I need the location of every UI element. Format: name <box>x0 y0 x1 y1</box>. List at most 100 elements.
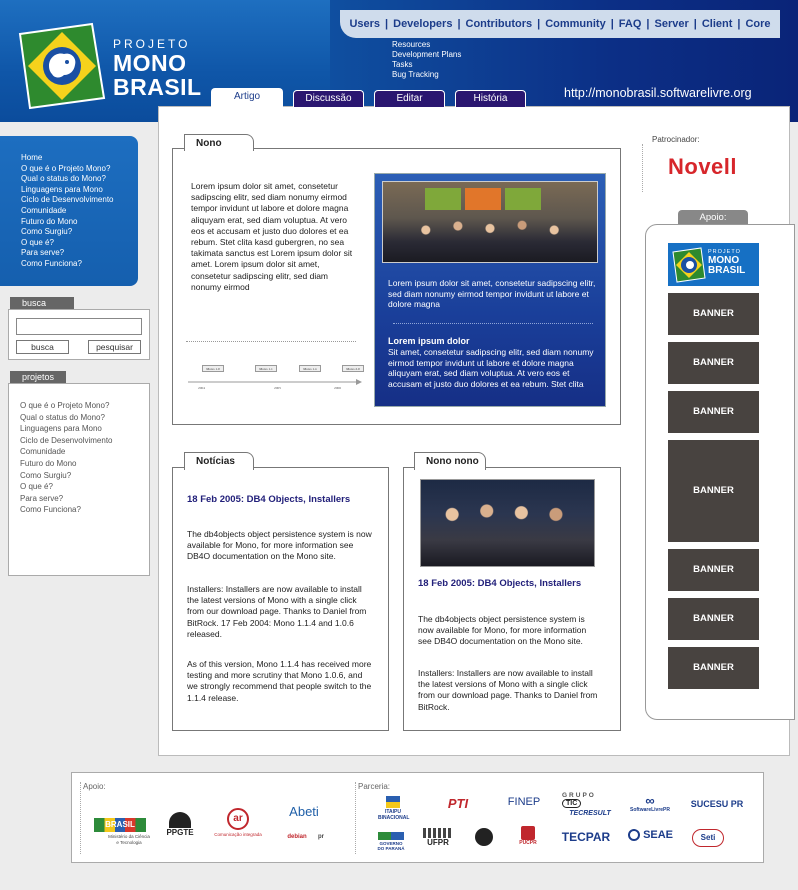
ar-logo-caption: Comunicação integrada <box>214 832 262 837</box>
debian-logo[interactable]: debian <box>284 834 310 840</box>
brasil-gov-logo[interactable]: BRASIL <box>94 818 146 832</box>
submenu-bug-tracking[interactable]: Bug Tracking <box>392 70 461 80</box>
debian-pr-logo[interactable]: pr <box>312 834 330 840</box>
top-navigation: Users | Developers | Contributors | Communi… <box>340 10 780 38</box>
nav-separator: | <box>385 18 389 30</box>
governo-parana-logo[interactable]: GOVERNO DO PARANÁ <box>376 832 406 851</box>
featured-article-panel: Lorem ipsum dolor sit amet, consetetur s… <box>374 173 606 407</box>
software-livre-pr-logo[interactable]: ∞ SoftwareLivrePR <box>627 794 673 818</box>
nav-users[interactable]: Users <box>349 18 380 30</box>
ufpr-logo-text: UFPR <box>427 838 449 847</box>
submenu-resources[interactable]: Resources <box>392 40 461 50</box>
feature-caption: Lorem ipsum dolor sit amet, consetetur s… <box>388 278 596 310</box>
left-menu-item[interactable]: O que é o Projeto Mono? <box>21 164 114 175</box>
nav-developers[interactable]: Developers <box>393 18 452 30</box>
itaipu-emblem <box>386 796 400 808</box>
projetos-item[interactable]: O que é o Projeto Mono? <box>20 400 113 412</box>
itaipu-logo[interactable]: ITAIPU BINACIONAL <box>378 796 409 821</box>
nav-faq[interactable]: FAQ <box>619 18 642 30</box>
parana-flag-icon <box>378 832 404 840</box>
parana-institution-seal-icon[interactable] <box>475 828 493 846</box>
pesquisar-button[interactable]: pesquisar <box>88 340 141 354</box>
apoio-mono-brasil-logo[interactable]: PROJETO MONO BRASIL <box>668 243 759 286</box>
left-menu-item[interactable]: Para serve? <box>21 248 114 259</box>
left-menu-item[interactable]: Futuro do Mono <box>21 217 114 228</box>
projetos-item[interactable]: Linguagens para Mono <box>20 423 113 435</box>
tab-historia[interactable]: História <box>455 90 526 107</box>
nav-separator: | <box>737 18 741 30</box>
tab-discussao[interactable]: Discussão <box>293 90 364 107</box>
nav-client[interactable]: Client <box>702 18 733 30</box>
nono-nono-title: Nono nono <box>414 452 486 470</box>
seti-logo[interactable]: Seti <box>692 829 724 847</box>
left-menu-item[interactable]: Qual o status do Mono? <box>21 174 114 185</box>
left-menu-item[interactable]: Linguagens para Mono <box>21 185 114 196</box>
abeti-logo[interactable]: Abeti <box>282 804 326 819</box>
noticias-headline[interactable]: 18 Feb 2005: DB4 Objects, Installers <box>187 494 367 506</box>
banner-ad-tall[interactable]: BANNER <box>668 440 759 542</box>
ufpr-logo[interactable]: UFPR <box>420 828 456 850</box>
pti-logo[interactable]: PTI <box>432 796 484 811</box>
nono-nono-paragraph-1: The db4objects object persistence system… <box>418 614 587 647</box>
tecpar-logo[interactable]: TECPAR <box>560 830 612 844</box>
team-photo <box>420 479 595 567</box>
banner-ad[interactable]: BANNER <box>668 647 759 689</box>
timeline-mark: Mono 1.1 <box>255 365 277 372</box>
projetos-item[interactable]: Qual o status do Mono? <box>20 412 113 424</box>
banner-ad[interactable]: BANNER <box>668 293 759 335</box>
photo-banner-left <box>425 188 461 210</box>
tab-editar[interactable]: Editar <box>374 90 445 107</box>
mono-brasil-logo[interactable] <box>16 20 106 112</box>
left-menu-item[interactable]: Ciclo de Desenvolvimento <box>21 195 114 206</box>
search-button[interactable]: busca <box>16 340 69 354</box>
apoio-logo-line3: BRASIL <box>708 265 746 276</box>
finep-logo[interactable]: FINEP <box>500 796 548 808</box>
footer-apoio-divider <box>80 782 81 854</box>
pucpr-logo[interactable]: PUCPR <box>516 826 540 846</box>
left-menu-item[interactable]: Como Surgiu? <box>21 227 114 238</box>
search-input[interactable] <box>16 318 142 335</box>
left-menu-item[interactable]: Comunidade <box>21 206 114 217</box>
novell-logo[interactable]: Novell <box>668 154 737 180</box>
projetos-item[interactable]: O que é? <box>20 481 113 493</box>
left-menu-item[interactable]: O que é? <box>21 238 114 249</box>
submenu-development-plans[interactable]: Development Plans <box>392 50 461 60</box>
site-url[interactable]: http://monobrasil.softwarelivre.org <box>564 86 752 100</box>
projetos-item[interactable]: Para serve? <box>20 493 113 505</box>
nav-separator: | <box>610 18 614 30</box>
grupo-tic-logo[interactable]: GRUPO TIC <box>562 792 618 808</box>
mct-logo-text: Ministério da Ciência e Tecnologia <box>108 834 150 845</box>
timeline-year: 2005 <box>274 386 281 390</box>
banner-ad[interactable]: BANNER <box>668 342 759 384</box>
banner-ad[interactable]: BANNER <box>668 391 759 433</box>
projetos-item[interactable]: Como Funciona? <box>20 504 113 516</box>
nav-core[interactable]: Core <box>745 18 770 30</box>
projetos-item[interactable]: Ciclo de Desenvolvimento <box>20 435 113 447</box>
photo-banner-mid <box>465 188 501 210</box>
pucpr-logo-text: PUCPR <box>519 840 537 846</box>
tab-artigo[interactable]: Artigo <box>211 88 283 108</box>
projetos-item[interactable]: Futuro do Mono <box>20 458 113 470</box>
nav-contributors[interactable]: Contributors <box>466 18 533 30</box>
ar-comunicacao-logo[interactable]: ar Comunicação integrada <box>213 808 263 844</box>
tecresult-logo[interactable]: TECRESULT <box>562 810 618 817</box>
sucesu-pr-logo[interactable]: SUCESU PR <box>683 799 751 809</box>
left-navigation-menu: Home O que é o Projeto Mono? Qual o stat… <box>0 136 138 286</box>
nav-separator: | <box>457 18 461 30</box>
banner-ad[interactable]: BANNER <box>668 549 759 591</box>
submenu-tasks[interactable]: Tasks <box>392 60 461 70</box>
seae-logo[interactable]: SEAE <box>628 829 680 842</box>
nono-title: Nono <box>184 134 254 151</box>
ppgte-logo[interactable]: PPGTE <box>165 812 195 840</box>
nav-server[interactable]: Server <box>654 18 688 30</box>
search-label: busca <box>10 297 74 309</box>
nav-community[interactable]: Community <box>545 18 606 30</box>
projetos-item[interactable]: Como Surgiu? <box>20 470 113 482</box>
left-menu-item[interactable]: Como Funciona? <box>21 259 114 270</box>
infinity-icon: ∞ <box>645 793 655 808</box>
nono-nono-headline[interactable]: 18 Feb 2005: DB4 Objects, Installers <box>418 578 598 590</box>
banner-ad[interactable]: BANNER <box>668 598 759 640</box>
ppgte-logo-text: PPGTE <box>166 828 194 837</box>
projetos-item[interactable]: Comunidade <box>20 446 113 458</box>
left-menu-item-home[interactable]: Home <box>21 153 114 164</box>
